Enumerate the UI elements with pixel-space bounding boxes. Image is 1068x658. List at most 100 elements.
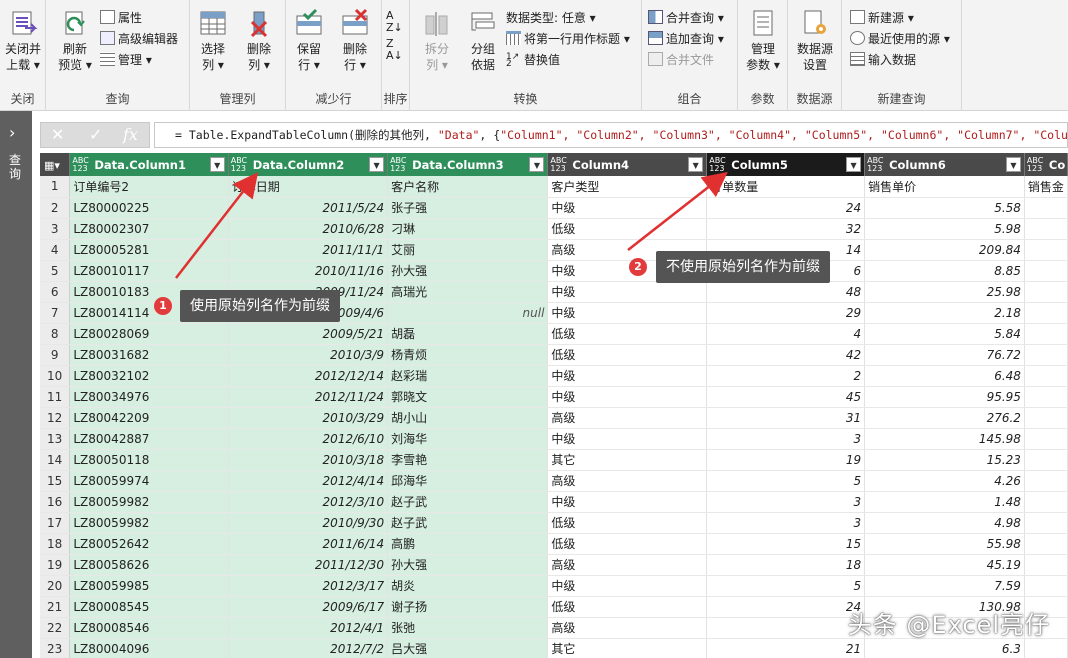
filter-dropdown-icon[interactable]: ▼ (688, 157, 704, 172)
table-cell[interactable]: 邱海华 (387, 470, 549, 492)
table-cell[interactable]: 高瑞光 (387, 281, 549, 303)
type-any-icon[interactable]: ABC 123 (390, 156, 410, 173)
table-cell[interactable]: 中级 (547, 386, 708, 408)
filter-dropdown-icon[interactable]: ▼ (209, 157, 225, 172)
table-cell[interactable]: 高鹏 (387, 533, 549, 555)
row-number[interactable]: 11 (40, 386, 71, 408)
formula-input[interactable]: = Table.ExpandTableColumn(删除的其他列, "Data"… (154, 122, 1068, 148)
table-cell[interactable] (706, 617, 866, 639)
table-cell[interactable]: 高级 (547, 470, 708, 492)
row-number[interactable]: 10 (40, 365, 71, 387)
table-cell[interactable]: 低级 (547, 533, 708, 555)
row-number[interactable]: 15 (40, 470, 71, 492)
merge-queries-button[interactable]: 合并查询 ▾ (648, 8, 724, 28)
table-cell[interactable]: LZ80010117 (69, 260, 229, 282)
new-source-button[interactable]: 新建源 ▾ (850, 8, 914, 28)
table-cell[interactable]: null (387, 302, 549, 324)
manage-parameters-button[interactable]: 管理 参数 ▾ (740, 8, 786, 73)
row-number[interactable]: 4 (40, 239, 71, 261)
table-cell[interactable]: 中级 (547, 197, 708, 219)
table-cell[interactable]: 订单编号2 (69, 176, 229, 198)
type-any-icon[interactable]: ABC 123 (1027, 156, 1047, 173)
table-cell[interactable]: 低级 (547, 512, 708, 534)
table-cell[interactable]: 高级 (547, 617, 708, 639)
table-cell[interactable]: 中级 (547, 302, 708, 324)
remove-rows-button[interactable]: 删除 行 ▾ (332, 8, 378, 73)
column-header-5[interactable]: ABC 123 Column5 ▼ (706, 153, 866, 176)
keep-rows-button[interactable]: 保留 行 ▾ (286, 8, 332, 73)
table-cell[interactable]: 中级 (547, 281, 708, 303)
table-cell[interactable] (1024, 302, 1068, 324)
table-cell[interactable]: 2009/5/21 (228, 323, 389, 345)
table-cell[interactable]: 7.59 (864, 575, 1025, 597)
column-header-3[interactable]: ABC 123 Data.Column3 ▼ (387, 153, 549, 176)
table-cell[interactable]: 胡炎 (387, 575, 549, 597)
table-cell[interactable]: 2010/11/16 (228, 260, 389, 282)
table-cell[interactable]: 销售单价 (864, 176, 1025, 198)
sort-descending-button[interactable]: Z A↓ (386, 38, 403, 62)
row-number[interactable]: 5 (40, 260, 71, 282)
table-cell[interactable]: 客户名称 (387, 176, 549, 198)
row-number[interactable]: 17 (40, 512, 71, 534)
row-number[interactable]: 8 (40, 323, 71, 345)
sort-ascending-button[interactable]: A Z↓ (386, 10, 403, 34)
table-cell[interactable]: LZ80005281 (69, 239, 229, 261)
table-cell[interactable]: 2012/3/17 (228, 575, 389, 597)
refresh-preview-button[interactable]: 刷新 预览 ▾ (52, 8, 98, 73)
table-cell[interactable]: 吕大强 (387, 638, 549, 658)
row-number[interactable]: 18 (40, 533, 71, 555)
table-cell[interactable] (1024, 554, 1068, 576)
table-cell[interactable] (1024, 491, 1068, 513)
table-cell[interactable]: 刘海华 (387, 428, 549, 450)
row-number[interactable]: 20 (40, 575, 71, 597)
enter-data-button[interactable]: 输入数据 (850, 50, 916, 70)
row-number[interactable]: 12 (40, 407, 71, 429)
table-cell[interactable]: 孙大强 (387, 554, 549, 576)
table-cell[interactable]: 2010/9/30 (228, 512, 389, 534)
table-cell[interactable]: LZ80032102 (69, 365, 229, 387)
replace-values-button[interactable]: 1↗ 2 替换值 (506, 50, 560, 70)
use-first-row-as-headers-button[interactable]: 将第一行用作标题 ▾ (506, 29, 630, 49)
table-cell[interactable] (1024, 239, 1068, 261)
table-cell[interactable]: 低级 (547, 323, 708, 345)
table-cell[interactable]: 艾丽 (387, 239, 549, 261)
table-cell[interactable]: 2 (706, 365, 866, 387)
table-cell[interactable]: 低级 (547, 344, 708, 366)
column-header-1[interactable]: ABC 123 Data.Column1 ▼ (69, 153, 229, 176)
cancel-icon[interactable]: ✕ (51, 125, 64, 144)
table-cell[interactable]: 赵子武 (387, 512, 549, 534)
append-queries-button[interactable]: 追加查询 ▾ (648, 29, 724, 49)
row-number[interactable]: 7 (40, 302, 71, 324)
table-cell[interactable]: LZ80050118 (69, 449, 229, 471)
table-cell[interactable]: 订单数量 (706, 176, 866, 198)
table-cell[interactable]: 76.72 (864, 344, 1025, 366)
table-cell[interactable]: 21 (706, 638, 866, 658)
table-cell[interactable] (1024, 428, 1068, 450)
table-cell[interactable]: 6.48 (864, 365, 1025, 387)
table-cell[interactable]: 2012/6/10 (228, 428, 389, 450)
table-cell[interactable]: 55.98 (864, 533, 1025, 555)
table-cell[interactable]: 2012/12/14 (228, 365, 389, 387)
row-number[interactable]: 14 (40, 449, 71, 471)
table-cell[interactable]: 5 (706, 575, 866, 597)
table-cell[interactable] (1024, 533, 1068, 555)
column-header-2[interactable]: ABC 123 Data.Column2 ▼ (228, 153, 389, 176)
row-number[interactable]: 23 (40, 638, 71, 658)
column-header-6[interactable]: ABC 123 Column6 ▼ (864, 153, 1025, 176)
table-cell[interactable]: 3 (706, 512, 866, 534)
table-cell[interactable]: 低级 (547, 596, 708, 618)
table-cell[interactable] (1024, 449, 1068, 471)
table-cell[interactable]: 209.84 (864, 239, 1025, 261)
table-cell[interactable]: LZ80059982 (69, 491, 229, 513)
table-cell[interactable]: 谢子扬 (387, 596, 549, 618)
table-cell[interactable]: 2012/7/2 (228, 638, 389, 658)
type-any-icon[interactable]: ABC 123 (709, 156, 729, 173)
table-cell[interactable]: 42 (706, 344, 866, 366)
type-any-icon[interactable]: ABC 123 (867, 156, 887, 173)
table-cell[interactable] (1024, 260, 1068, 282)
table-cell[interactable] (1024, 638, 1068, 658)
row-number[interactable]: 9 (40, 344, 71, 366)
table-cell[interactable]: 胡小山 (387, 407, 549, 429)
table-cell[interactable]: 孙大强 (387, 260, 549, 282)
table-cell[interactable]: 24 (706, 596, 866, 618)
